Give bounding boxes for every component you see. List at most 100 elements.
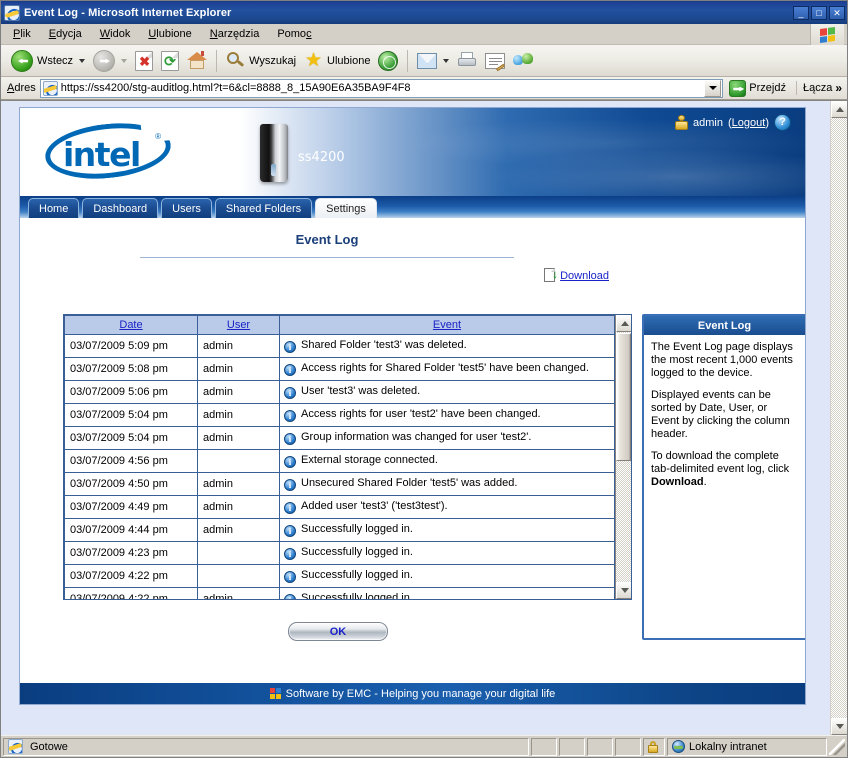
page-scroll-down-button[interactable] — [831, 718, 847, 735]
table-scroll-down-button[interactable] — [616, 582, 631, 599]
help-paragraph-3: To download the complete tab-delimited e… — [651, 450, 798, 489]
navigation-tabs: Home Dashboard Users Shared Folders Sett… — [20, 196, 805, 218]
page-scrollbar[interactable] — [830, 101, 847, 735]
table-scrollbar-track[interactable] — [616, 461, 631, 582]
back-dropdown-caret-icon[interactable] — [79, 58, 86, 63]
stop-button[interactable]: ✖ — [131, 48, 157, 74]
status-pane-4 — [615, 737, 641, 756]
download-link[interactable]: Download — [560, 270, 609, 282]
info-icon: i — [284, 594, 296, 599]
maximize-button[interactable]: □ — [811, 5, 827, 20]
links-button[interactable]: Łącza » — [795, 81, 845, 95]
address-dropdown-button[interactable] — [704, 79, 722, 97]
tab-shared-folders[interactable]: Shared Folders — [214, 198, 313, 218]
tab-home[interactable]: Home — [28, 198, 80, 218]
info-icon: i — [284, 525, 296, 537]
print-button[interactable] — [453, 48, 481, 74]
forward-dropdown-caret-icon[interactable] — [121, 58, 128, 63]
menu-item-plik[interactable]: Plik — [11, 26, 33, 42]
menu-item-narzedzia[interactable]: Narzędzia — [208, 26, 262, 42]
go-button[interactable]: Przejdź — [727, 79, 792, 97]
column-header-event[interactable]: Event — [279, 315, 615, 335]
address-input[interactable]: https://ss4200/stg-auditlog.html?t=6&cl=… — [39, 78, 724, 98]
column-header-user[interactable]: User — [197, 315, 280, 335]
cell-user: admin — [197, 472, 280, 496]
intel-logo-text: intel — [63, 135, 141, 174]
info-icon: i — [284, 433, 296, 445]
address-bar: Adres https://ss4200/stg-auditlog.html?t… — [1, 77, 847, 100]
cell-date: 03/07/2009 4:44 pm — [64, 518, 198, 542]
user-icon — [675, 115, 689, 130]
menu-item-ulubione[interactable]: Ulubione — [146, 26, 193, 42]
table-row: 03/07/2009 4:49 pm admin i Added user 'test… — [64, 495, 615, 519]
table-row: 03/07/2009 5:04 pm admin i Access rights fo… — [64, 403, 615, 427]
close-button[interactable]: ✕ — [829, 5, 845, 20]
table-row: 03/07/2009 4:22 pm i Successfully logged i… — [64, 564, 615, 588]
mail-button[interactable] — [413, 48, 453, 74]
edit-button[interactable] — [481, 48, 509, 74]
help-icon[interactable]: ? — [774, 114, 791, 131]
user-name-label: admin — [693, 116, 723, 129]
cell-event: i Successfully logged in. — [279, 518, 615, 542]
cell-event: i Shared Folder 'test3' was deleted. — [279, 334, 615, 358]
help-p3-prefix: To download the complete tab-delimited e… — [651, 450, 790, 475]
app-footer: Software by EMC - Helping you manage you… — [20, 683, 805, 704]
search-icon — [226, 51, 245, 70]
forward-button[interactable] — [89, 48, 131, 74]
address-label: Adres — [7, 82, 36, 94]
title-bar: Event Log - Microsoft Internet Explorer … — [1, 1, 847, 24]
cell-date: 03/07/2009 4:23 pm — [64, 541, 198, 565]
menu-item-widok[interactable]: Widok — [98, 26, 133, 42]
minimize-button[interactable]: _ — [793, 5, 809, 20]
home-icon — [187, 51, 208, 70]
links-chevron-icon[interactable]: » — [835, 81, 842, 95]
history-button[interactable] — [374, 48, 402, 74]
back-button[interactable]: Wstecz — [7, 48, 89, 74]
search-button[interactable]: Wyszukaj — [222, 48, 300, 74]
favorites-button[interactable]: ★ Ulubione — [300, 48, 374, 74]
status-pane-3 — [587, 737, 613, 756]
table-row: 03/07/2009 5:06 pm admin i User 'test3' was… — [64, 380, 615, 404]
resize-grip[interactable] — [829, 738, 845, 755]
ok-button[interactable]: OK — [288, 622, 388, 641]
cell-date: 03/07/2009 5:09 pm — [64, 334, 198, 358]
history-globe-icon — [378, 50, 399, 71]
page-scroll-up-button[interactable] — [831, 101, 847, 118]
info-icon: i — [284, 548, 296, 560]
security-pane — [643, 737, 665, 756]
tab-dashboard[interactable]: Dashboard — [82, 198, 159, 218]
table-scroll-up-button[interactable] — [616, 315, 631, 332]
status-pane-1 — [531, 737, 557, 756]
window-title: Event Log - Microsoft Internet Explorer — [24, 6, 232, 19]
cell-date: 03/07/2009 5:06 pm — [64, 380, 198, 404]
address-url-text: https://ss4200/stg-auditlog.html?t=6&cl=… — [60, 82, 411, 94]
table-scrollbar[interactable] — [615, 315, 631, 599]
intranet-zone-icon — [672, 740, 685, 753]
mail-dropdown-caret-icon[interactable] — [443, 58, 450, 63]
menu-item-edycja[interactable]: Edycja — [47, 26, 84, 42]
cell-date: 03/07/2009 5:04 pm — [64, 426, 198, 450]
table-row: 03/07/2009 5:08 pm admin i Access rights fo… — [64, 357, 615, 381]
tab-settings[interactable]: Settings — [315, 198, 377, 218]
column-header-date[interactable]: Date — [64, 315, 198, 335]
table-row: 03/07/2009 4:44 pm admin i Successfully log… — [64, 518, 615, 542]
refresh-button[interactable]: ⟳ — [157, 48, 183, 74]
logout-link[interactable]: Logout — [732, 117, 766, 129]
status-text-pane: Gotowe — [3, 737, 529, 756]
cell-user: admin — [197, 426, 280, 450]
info-icon: i — [284, 502, 296, 514]
info-icon: i — [284, 364, 296, 376]
messenger-button[interactable] — [509, 48, 537, 74]
tab-users[interactable]: Users — [161, 198, 212, 218]
forward-arrow-icon — [93, 49, 116, 72]
cell-event: i Access rights for user 'test2' have bee… — [279, 403, 615, 427]
table-scrollbar-thumb[interactable] — [616, 333, 631, 461]
intel-logo: intel ® — [45, 120, 175, 182]
cell-date: 03/07/2009 4:22 pm — [64, 564, 198, 588]
back-arrow-icon — [11, 49, 33, 72]
home-button[interactable] — [183, 48, 211, 74]
links-label: Łącza — [802, 82, 833, 94]
cell-user — [197, 564, 280, 588]
menu-item-pomoc[interactable]: Pomoc — [275, 26, 313, 42]
page-canvas: intel ® ss4200 admin (Logout) ? Home Das… — [1, 101, 830, 735]
